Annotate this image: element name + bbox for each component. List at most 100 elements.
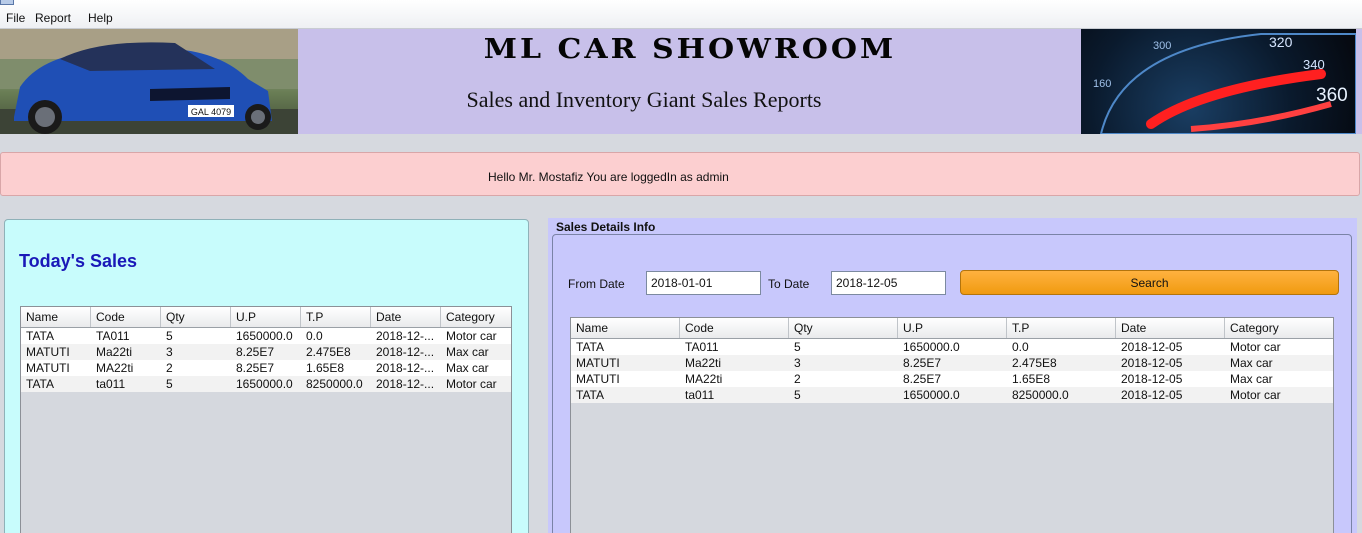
cell-total-price: 2.475E8 <box>1012 356 1057 370</box>
cell-category: Motor car <box>1230 340 1281 354</box>
column-header-date[interactable]: Date <box>371 307 441 327</box>
cell-name: TATA <box>576 388 604 402</box>
column-header-code[interactable]: Code <box>680 318 789 338</box>
cell-unit-price: 8.25E7 <box>903 372 942 386</box>
cell-date: 2018-12-05 <box>1121 388 1183 402</box>
cell-total-price: 8250000.0 <box>306 377 363 391</box>
cell-code: MA22ti <box>685 372 723 386</box>
column-header-name[interactable]: Name <box>571 318 680 338</box>
table-row[interactable]: MATUTI Ma22ti 3 8.25E7 2.475E8 2018-12-.… <box>21 344 511 360</box>
table-row[interactable]: TATA ta011 5 1650000.0 8250000.0 2018-12… <box>21 376 511 392</box>
table-header: Name Code Qty U.P T.P Date Category <box>21 307 511 328</box>
cell-code: Ma22ti <box>96 345 133 359</box>
cell-code: Ma22ti <box>685 356 722 370</box>
cell-date: 2018-12-... <box>376 345 435 359</box>
cell-category: Max car <box>446 345 489 359</box>
menu-help[interactable]: Help <box>88 11 113 25</box>
cell-total-price: 2.475E8 <box>306 345 351 359</box>
speed-label-360: 360 <box>1316 85 1348 106</box>
column-header-qty[interactable]: Qty <box>161 307 231 327</box>
cell-code: ta011 <box>96 377 126 391</box>
cell-name: TATA <box>576 340 604 354</box>
cell-unit-price: 1650000.0 <box>903 388 960 402</box>
sales-details-group: From Date 2018-01-01 To Date 2018-12-05 … <box>552 234 1352 533</box>
cell-category: Motor car <box>1230 388 1281 402</box>
cell-category: Motor car <box>446 329 497 343</box>
column-header-qty[interactable]: Qty <box>789 318 898 338</box>
cell-qty: 3 <box>794 356 801 370</box>
sales-details-table[interactable]: Name Code Qty U.P T.P Date Category TATA… <box>570 317 1334 533</box>
cell-date: 2018-12-... <box>376 377 435 391</box>
cell-qty: 3 <box>166 345 173 359</box>
table-header: Name Code Qty U.P T.P Date Category <box>571 318 1333 339</box>
cell-name: MATUTI <box>576 372 620 386</box>
speed-label-300: 300 <box>1153 40 1171 52</box>
cell-category: Motor car <box>446 377 497 391</box>
table-row[interactable]: MATUTI MA22ti 2 8.25E7 1.65E8 2018-12-..… <box>21 360 511 376</box>
cell-total-price: 1.65E8 <box>306 361 345 375</box>
welcome-bar: Hello Mr. Mostafiz You are loggedIn as a… <box>0 152 1360 196</box>
cell-total-price: 0.0 <box>1012 340 1029 354</box>
cell-qty: 2 <box>794 372 801 386</box>
cell-code: MA22ti <box>96 361 134 375</box>
cell-code: TA011 <box>96 329 130 343</box>
column-header-tp[interactable]: T.P <box>1007 318 1116 338</box>
cell-unit-price: 8.25E7 <box>903 356 942 370</box>
sales-details-panel: Sales Details Info From Date 2018-01-01 … <box>548 218 1357 533</box>
cell-qty: 5 <box>166 329 173 343</box>
table-row[interactable]: TATA ta011 5 1650000.0 8250000.0 2018-12… <box>571 387 1333 403</box>
todays-sales-panel: Today's Sales Name Code Qty U.P T.P Date… <box>4 219 529 533</box>
cell-date: 2018-12-05 <box>1121 372 1183 386</box>
menu-file[interactable]: File <box>6 11 25 25</box>
cell-name: MATUTI <box>26 361 70 375</box>
search-button[interactable]: Search <box>960 270 1339 295</box>
todays-sales-title: Today's Sales <box>19 251 138 271</box>
car-image: GAL 4079 <box>0 29 298 134</box>
cell-unit-price: 1650000.0 <box>236 377 293 391</box>
table-row[interactable]: TATA TA011 5 1650000.0 0.0 2018-12-... M… <box>21 328 511 344</box>
cell-code: ta011 <box>685 388 715 402</box>
table-row[interactable]: TATA TA011 5 1650000.0 0.0 2018-12-05 Mo… <box>571 339 1333 355</box>
cell-qty: 5 <box>794 340 801 354</box>
cell-qty: 2 <box>166 361 173 375</box>
cell-name: TATA <box>26 377 54 391</box>
column-header-name[interactable]: Name <box>21 307 91 327</box>
table-row[interactable]: MATUTI MA22ti 2 8.25E7 1.65E8 2018-12-05… <box>571 371 1333 387</box>
cell-qty: 5 <box>166 377 173 391</box>
column-header-code[interactable]: Code <box>91 307 161 327</box>
to-date-label: To Date <box>768 277 810 291</box>
menu-report[interactable]: Report <box>35 11 71 25</box>
table-row[interactable]: MATUTI Ma22ti 3 8.25E7 2.475E8 2018-12-0… <box>571 355 1333 371</box>
cell-unit-price: 1650000.0 <box>903 340 960 354</box>
cell-total-price: 8250000.0 <box>1012 388 1069 402</box>
cell-category: Max car <box>446 361 489 375</box>
from-date-label: From Date <box>568 277 625 291</box>
from-date-field[interactable]: 2018-01-01 <box>646 271 761 295</box>
banner-subtitle: Sales and Inventory Giant Sales Reports <box>466 87 822 112</box>
cell-date: 2018-12-... <box>376 329 435 343</box>
welcome-message: Hello Mr. Mostafiz You are loggedIn as a… <box>488 170 729 184</box>
cell-unit-price: 1650000.0 <box>236 329 293 343</box>
column-header-category[interactable]: Category <box>1225 318 1333 338</box>
cell-code: TA011 <box>685 340 719 354</box>
cell-name: MATUTI <box>576 356 620 370</box>
column-header-up[interactable]: U.P <box>231 307 301 327</box>
cell-category: Max car <box>1230 372 1273 386</box>
todays-sales-table[interactable]: Name Code Qty U.P T.P Date Category TATA… <box>20 306 512 533</box>
app-icon <box>0 0 14 5</box>
cell-date: 2018-12-05 <box>1121 356 1183 370</box>
speedometer-image: 360 340 320 300 160 <box>1081 29 1356 134</box>
cell-name: MATUTI <box>26 345 70 359</box>
speed-label-160: 160 <box>1093 78 1111 90</box>
cell-unit-price: 8.25E7 <box>236 345 275 359</box>
banner-title: ML CAR SHOWROOM <box>483 33 897 66</box>
column-header-tp[interactable]: T.P <box>301 307 371 327</box>
column-header-date[interactable]: Date <box>1116 318 1225 338</box>
column-header-category[interactable]: Category <box>441 307 511 327</box>
column-header-up[interactable]: U.P <box>898 318 1007 338</box>
cell-qty: 5 <box>794 388 801 402</box>
cell-name: TATA <box>26 329 54 343</box>
to-date-field[interactable]: 2018-12-05 <box>831 271 946 295</box>
speed-label-320: 320 <box>1269 34 1293 50</box>
speed-label-340: 340 <box>1303 57 1325 72</box>
